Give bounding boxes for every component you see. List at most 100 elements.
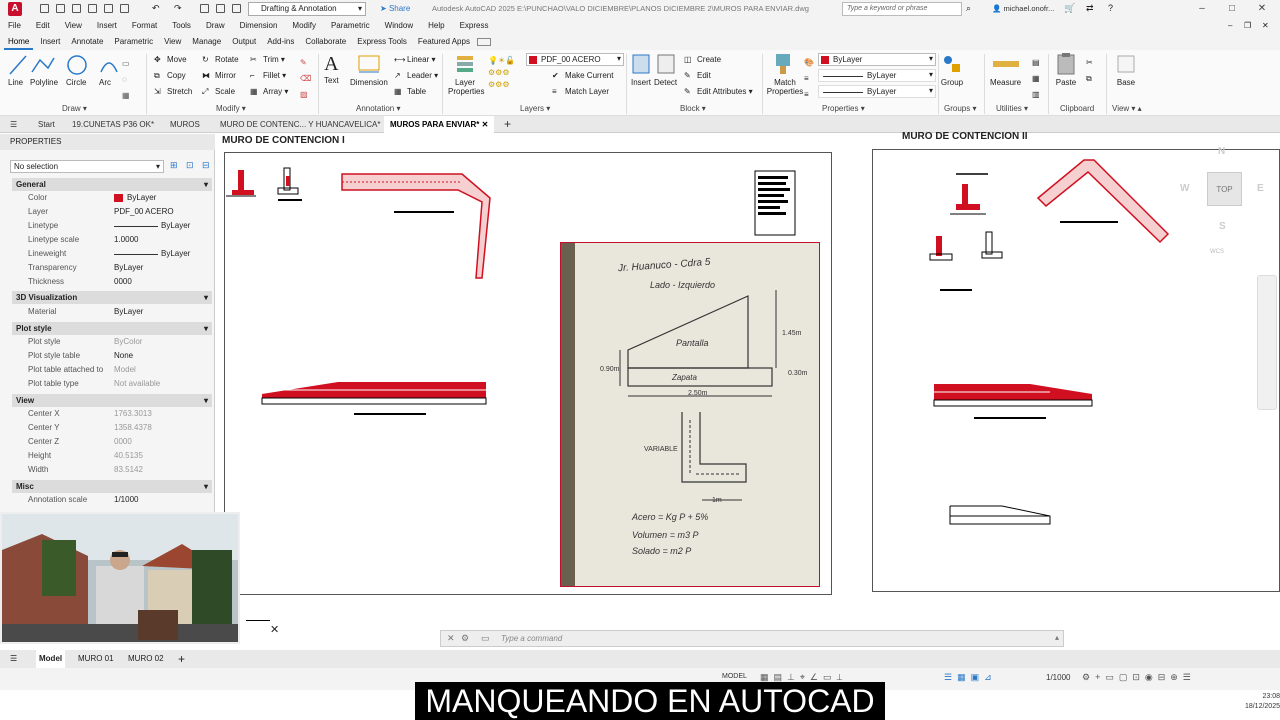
menu-express[interactable]: Express: [460, 18, 489, 34]
section-3d-visualization[interactable]: 3D Visualization ▾: [12, 291, 212, 304]
exchange-icon[interactable]: ⇄: [1086, 3, 1094, 14]
polyline-button[interactable]: Polyline: [30, 54, 58, 88]
dimension-button[interactable]: Dimension: [350, 52, 388, 88]
redo-icon[interactable]: ↷: [174, 3, 182, 14]
workspace-gear-icon[interactable]: [232, 4, 241, 13]
lineweight-dropdown[interactable]: ByLayer ▾: [818, 85, 936, 98]
prop-value[interactable]: 1358.4378: [114, 422, 152, 434]
web-save-icon[interactable]: [104, 4, 113, 13]
layers-panel-label[interactable]: Layers ▾: [520, 104, 550, 113]
close-doc-icon[interactable]: ✕: [1262, 18, 1269, 34]
tab-muros[interactable]: MUROS: [170, 116, 200, 133]
tab-annotate[interactable]: Annotate: [67, 34, 107, 50]
trim-button[interactable]: ✂ Trim ▾: [250, 55, 285, 65]
quick-select-icon[interactable]: ⊞: [170, 160, 178, 171]
menu-dimension[interactable]: Dimension: [240, 18, 278, 34]
tab-muro-02[interactable]: MURO 02: [128, 650, 164, 668]
table-button[interactable]: ▦ Table: [394, 87, 426, 97]
section-general[interactable]: General ▾: [12, 178, 212, 191]
section-view[interactable]: View ▾: [12, 394, 212, 407]
array-button[interactable]: ▦ Array ▾: [250, 87, 288, 97]
tab-output[interactable]: Output: [228, 34, 260, 50]
help-icon[interactable]: ?: [1108, 3, 1113, 13]
modify-panel-label[interactable]: Modify ▾: [216, 104, 246, 113]
layout-menu-icon[interactable]: ☰: [10, 650, 17, 668]
tab-muro-contencion[interactable]: MURO DE CONTENC... Y HUANCAVELICA*: [220, 116, 380, 133]
tab-addins[interactable]: Add-ins: [263, 34, 298, 50]
annotation-panel-label[interactable]: Annotation ▾: [356, 104, 401, 113]
recent-commands-icon[interactable]: ▭: [481, 633, 490, 644]
detect-button[interactable]: Detect: [654, 52, 677, 88]
select-objects-icon[interactable]: ⊡: [186, 160, 194, 171]
minimize-icon[interactable]: –: [1192, 1, 1212, 17]
cart-icon[interactable]: 🛒: [1064, 3, 1075, 14]
menu-draw[interactable]: Draw: [206, 18, 225, 34]
menu-insert[interactable]: Insert: [97, 18, 117, 34]
prop-value[interactable]: 40.5135: [114, 450, 143, 462]
prop-value[interactable]: ByLayer: [127, 192, 156, 204]
line-button[interactable]: Line: [8, 54, 28, 88]
ribbon-toggle-icon[interactable]: [476, 38, 491, 46]
tab-parametric[interactable]: Parametric: [110, 34, 157, 50]
tab-muros-para-enviar[interactable]: MUROS PARA ENVIAR* ✕: [384, 116, 495, 133]
user-account[interactable]: 👤 michael.onofr...: [992, 3, 1054, 15]
print-icon[interactable]: [200, 4, 209, 13]
create-block-button[interactable]: ◫ Create: [684, 55, 721, 65]
maximize-icon[interactable]: □: [1222, 1, 1242, 17]
new-file-icon[interactable]: [40, 4, 49, 13]
status-tools-icons[interactable]: ⚙+▭▢⊡◉⊟⊕☰: [1082, 672, 1196, 683]
tab-featured-apps[interactable]: Featured Apps: [414, 34, 474, 50]
annotation-scale[interactable]: 1/1000: [1046, 673, 1070, 682]
fillet-button[interactable]: ⌐ Fillet ▾: [250, 71, 286, 81]
utilities-panel-label[interactable]: Utilities ▾: [996, 104, 1028, 113]
tab-start[interactable]: Start: [38, 116, 55, 133]
prop-value[interactable]: 83.5142: [114, 464, 143, 476]
share-button[interactable]: ➤ Share: [380, 3, 410, 15]
clipboard-small-icons[interactable]: ✂ ⧉: [1086, 55, 1093, 87]
match-properties-button[interactable]: Match Properties: [766, 52, 803, 96]
menu-view[interactable]: View: [65, 18, 82, 34]
menu-window[interactable]: Window: [385, 18, 413, 34]
prop-value[interactable]: None: [114, 350, 133, 362]
layer-state-icons[interactable]: 💡☀🔓 ⚙⚙⚙ ⚙⚙⚙: [488, 55, 515, 91]
wcs-menu[interactable]: WCS: [1210, 249, 1224, 255]
menu-format[interactable]: Format: [132, 18, 157, 34]
prop-value[interactable]: 0000: [114, 436, 132, 448]
selection-dropdown[interactable]: No selection ▾: [10, 160, 164, 173]
prop-value[interactable]: 1763.3013: [114, 408, 152, 420]
prop-value[interactable]: ByLayer: [114, 306, 143, 318]
section-plot-style[interactable]: Plot style ▾: [12, 322, 212, 335]
menu-help[interactable]: Help: [428, 18, 444, 34]
minimize-doc-icon[interactable]: –: [1228, 18, 1232, 34]
model-space-toggle[interactable]: MODEL: [722, 673, 747, 680]
viewcube-south[interactable]: S: [1219, 221, 1226, 232]
stretch-button[interactable]: ⇲ Stretch: [154, 87, 192, 97]
add-layout-icon[interactable]: +: [178, 650, 185, 668]
match-layer-button[interactable]: ≡ Match Layer: [552, 87, 609, 97]
autocad-logo-icon[interactable]: A: [8, 2, 22, 16]
prop-value[interactable]: ByLayer: [161, 248, 190, 260]
make-current-button[interactable]: ✔ Make Current: [552, 71, 613, 81]
paste-button[interactable]: Paste: [1054, 52, 1078, 88]
block-panel-label[interactable]: Block ▾: [680, 104, 706, 113]
save-as-icon[interactable]: [88, 4, 97, 13]
leader-button[interactable]: ↗ Leader ▾: [394, 71, 438, 81]
tab-model[interactable]: Model: [36, 650, 66, 668]
utility-small-icons[interactable]: ▤ ▦ ▥: [1032, 55, 1040, 103]
properties-panel-label[interactable]: Properties ▾: [822, 104, 865, 113]
expand-command-icon[interactable]: ▴: [1055, 633, 1059, 642]
viewcube-north[interactable]: N: [1218, 146, 1225, 157]
draw-small-tools[interactable]: ▭ ◌ ▦: [122, 56, 130, 104]
menu-parametric[interactable]: Parametric: [331, 18, 370, 34]
tab-manage[interactable]: Manage: [188, 34, 225, 50]
tab-view[interactable]: View: [160, 34, 185, 50]
menu-file[interactable]: File: [8, 18, 21, 34]
search-icon[interactable]: ⌕: [966, 3, 971, 14]
move-button[interactable]: ✥ Move: [154, 55, 187, 65]
prop-value[interactable]: 0000: [114, 276, 132, 288]
prop-value[interactable]: ByLayer: [114, 262, 143, 274]
menu-tools[interactable]: Tools: [172, 18, 191, 34]
rotate-button[interactable]: ↻ Rotate: [202, 55, 239, 65]
close-icon[interactable]: ✕: [1252, 1, 1272, 17]
close-command-icon[interactable]: ✕: [447, 633, 455, 644]
